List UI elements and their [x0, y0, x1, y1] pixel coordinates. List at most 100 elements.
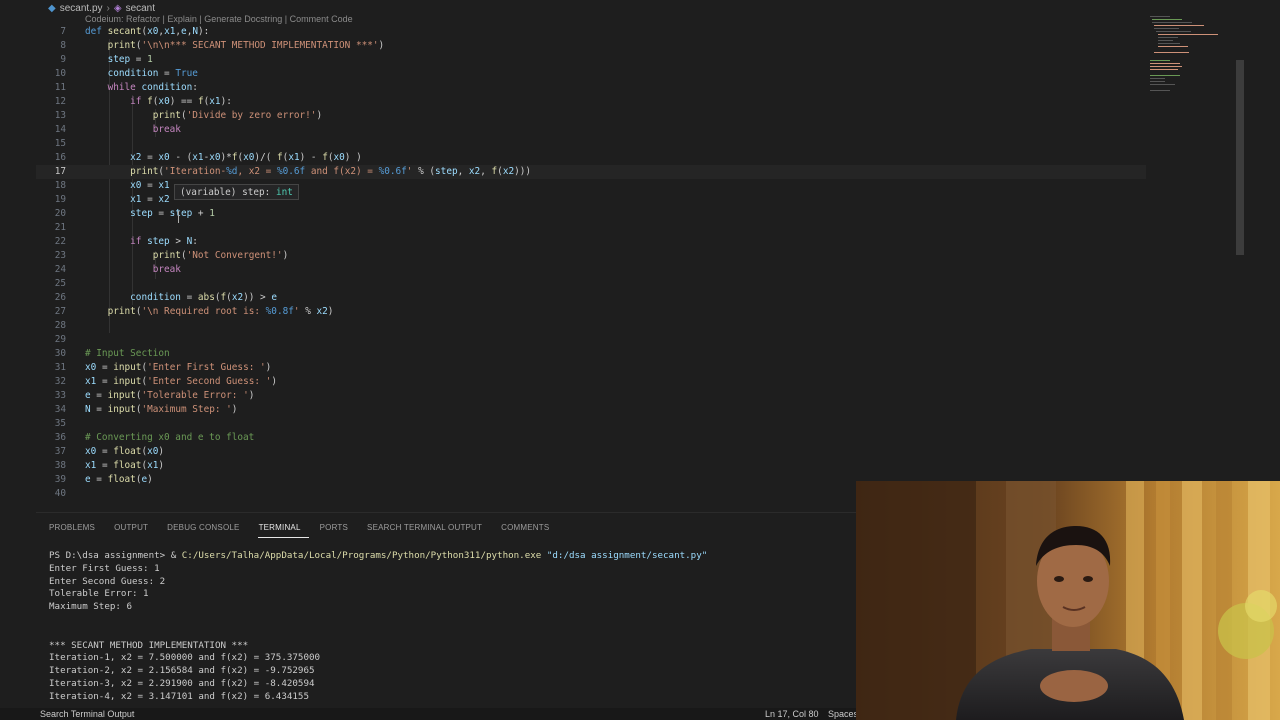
minimap-line — [1150, 69, 1178, 70]
tab-ports[interactable]: PORTS — [319, 521, 356, 538]
line-number: 32 — [54, 376, 66, 387]
status-search-terminal-output[interactable]: Search Terminal Output — [40, 708, 134, 720]
minimap-line — [1158, 43, 1180, 44]
code-editor[interactable]: 7 def secant(x0,x1,e,N): 8 print('\n\n***… — [36, 25, 1146, 510]
status-indentation[interactable]: Spaces — [828, 708, 858, 720]
webcam-overlay — [856, 481, 1280, 720]
code-line[interactable]: 10 condition = True — [36, 67, 1146, 81]
line-number: 28 — [54, 320, 66, 331]
code-line[interactable]: 22 if step > N: — [36, 235, 1146, 249]
terminal-line: Tolerable Error: 1 — [49, 588, 149, 600]
minimap-line — [1154, 28, 1179, 29]
panel-tabs: PROBLEMS OUTPUT DEBUG CONSOLE TERMINAL P… — [48, 521, 567, 538]
code-text: if step > N: — [130, 236, 198, 247]
code-text: step = step + 1 — [130, 208, 215, 219]
tab-output[interactable]: OUTPUT — [113, 521, 156, 538]
code-line[interactable]: 12 if f(x0) == f(x1): — [36, 95, 1146, 109]
code-text: break — [152, 264, 181, 275]
minimap[interactable] — [1146, 12, 1236, 102]
minimap-line — [1158, 40, 1173, 41]
status-cursor-position[interactable]: Ln 17, Col 80 — [765, 708, 819, 720]
terminal-line: Iteration-3, x2 = 2.291900 and f(x2) = -… — [49, 677, 315, 689]
line-number: 13 — [54, 110, 66, 121]
line-number: 8 — [60, 40, 66, 51]
code-line[interactable]: 8 print('\n\n*** SECANT METHOD IMPLEMENT… — [36, 39, 1146, 53]
line-number: 16 — [54, 152, 66, 163]
code-text: if f(x0) == f(x1): — [130, 96, 232, 107]
code-line[interactable]: 9 step = 1 — [36, 53, 1146, 67]
code-line[interactable]: 11 while condition: — [36, 81, 1146, 95]
code-text: while condition: — [107, 82, 198, 93]
tab-debug-console[interactable]: DEBUG CONSOLE — [166, 521, 247, 538]
minimap-line — [1152, 19, 1182, 20]
terminal-output[interactable]: PS D:\dsa assignment> & C:/Users/Talha/A… — [49, 550, 707, 704]
code-text: x1 = x2 — [130, 194, 170, 205]
code-line[interactable]: 31 x0 = input('Enter First Guess: ') — [36, 361, 1146, 375]
minimap-line — [1150, 84, 1175, 85]
code-line[interactable]: 28 — [36, 319, 1146, 333]
minimap-line — [1158, 37, 1178, 38]
line-number: 9 — [60, 54, 66, 65]
code-line[interactable]: 33 e = input('Tolerable Error: ') — [36, 389, 1146, 403]
code-text: condition = True — [107, 68, 198, 79]
line-number: 35 — [54, 418, 66, 429]
terminal-script: "d:/dsa assignment/secant.py" — [541, 550, 708, 561]
minimap-line — [1158, 46, 1188, 47]
hover-prefix: (variable) step: — [180, 187, 276, 198]
code-line[interactable]: 36 # Converting x0 and e to float — [36, 431, 1146, 445]
line-number: 11 — [54, 82, 66, 93]
line-number: 12 — [54, 96, 66, 107]
terminal-line: Enter First Guess: 1 — [49, 562, 160, 574]
line-number: 14 — [54, 124, 66, 135]
code-text: N = input('Maximum Step: ') — [85, 404, 238, 415]
code-line[interactable]: 23 print('Not Convergent!') — [36, 249, 1146, 263]
terminal-command-line: PS D:\dsa assignment> & C:/Users/Talha/A… — [49, 550, 707, 563]
code-line[interactable]: 38 x1 = float(x1) — [36, 459, 1146, 473]
tab-comments[interactable]: COMMENTS — [500, 521, 557, 538]
code-line[interactable]: 21 — [36, 221, 1146, 235]
terminal-prompt: PS D:\dsa assignment> & — [49, 550, 182, 561]
terminal-line: Iteration-1, x2 = 7.500000 and f(x2) = 3… — [49, 652, 321, 664]
line-number: 34 — [54, 404, 66, 415]
line-number: 39 — [54, 474, 66, 485]
code-text: print('\n Required root is: %0.8f' % x2) — [107, 306, 334, 317]
line-number: 22 — [54, 236, 66, 247]
breadcrumb-symbol[interactable]: secant — [126, 3, 155, 14]
code-line[interactable]: 35 — [36, 417, 1146, 431]
line-number: 7 — [60, 26, 66, 37]
terminal-line: Iteration-4, x2 = 3.147101 and f(x2) = 6… — [49, 690, 309, 702]
code-line[interactable]: 16 x2 = x0 - (x1-x0)*f(x0)/( f(x1) - f(x… — [36, 151, 1146, 165]
code-line[interactable]: 15 — [36, 137, 1146, 151]
code-text: x0 = x1 — [130, 180, 170, 191]
code-line[interactable]: 7 def secant(x0,x1,e,N): — [36, 25, 1146, 39]
code-line[interactable]: 30 # Input Section — [36, 347, 1146, 361]
minimap-line — [1150, 66, 1182, 67]
line-number: 31 — [54, 362, 66, 373]
code-line[interactable]: 25 — [36, 277, 1146, 291]
code-line[interactable]: 27 print('\n Required root is: %0.8f' % … — [36, 305, 1146, 319]
code-line[interactable]: 20 step = step + 1 — [36, 207, 1146, 221]
code-line-current[interactable]: 17 print('Iteration-%d, x2 = %0.6f and f… — [36, 165, 1146, 179]
code-text: # Input Section — [85, 348, 170, 359]
code-line[interactable]: 37 x0 = float(x0) — [36, 445, 1146, 459]
code-line[interactable]: 34 N = input('Maximum Step: ') — [36, 403, 1146, 417]
code-text: print('Not Convergent!') — [152, 250, 289, 261]
code-line[interactable]: 24 break — [36, 263, 1146, 277]
line-number: 21 — [54, 222, 66, 233]
codelens-actions[interactable]: Codeium: Refactor | Explain | Generate D… — [85, 14, 353, 24]
code-line[interactable]: 29 — [36, 333, 1146, 347]
tab-problems[interactable]: PROBLEMS — [48, 521, 103, 538]
code-line[interactable]: 32 x1 = input('Enter Second Guess: ') — [36, 375, 1146, 389]
code-text: x0 = input('Enter First Guess: ') — [85, 362, 272, 373]
editor-scrollbar[interactable] — [1236, 60, 1244, 255]
tab-search-terminal-output[interactable]: SEARCH TERMINAL OUTPUT — [366, 521, 490, 538]
code-line[interactable]: 14 break — [36, 123, 1146, 137]
terminal-line: Iteration-2, x2 = 2.156584 and f(x2) = -… — [49, 665, 315, 677]
line-number: 23 — [54, 250, 66, 261]
breadcrumb-file[interactable]: secant.py — [60, 3, 103, 14]
tab-terminal[interactable]: TERMINAL — [257, 521, 309, 538]
minimap-line — [1156, 31, 1191, 32]
code-line[interactable]: 13 print('Divide by zero error!') — [36, 109, 1146, 123]
code-line[interactable]: 26 condition = abs(f(x2)) > e — [36, 291, 1146, 305]
